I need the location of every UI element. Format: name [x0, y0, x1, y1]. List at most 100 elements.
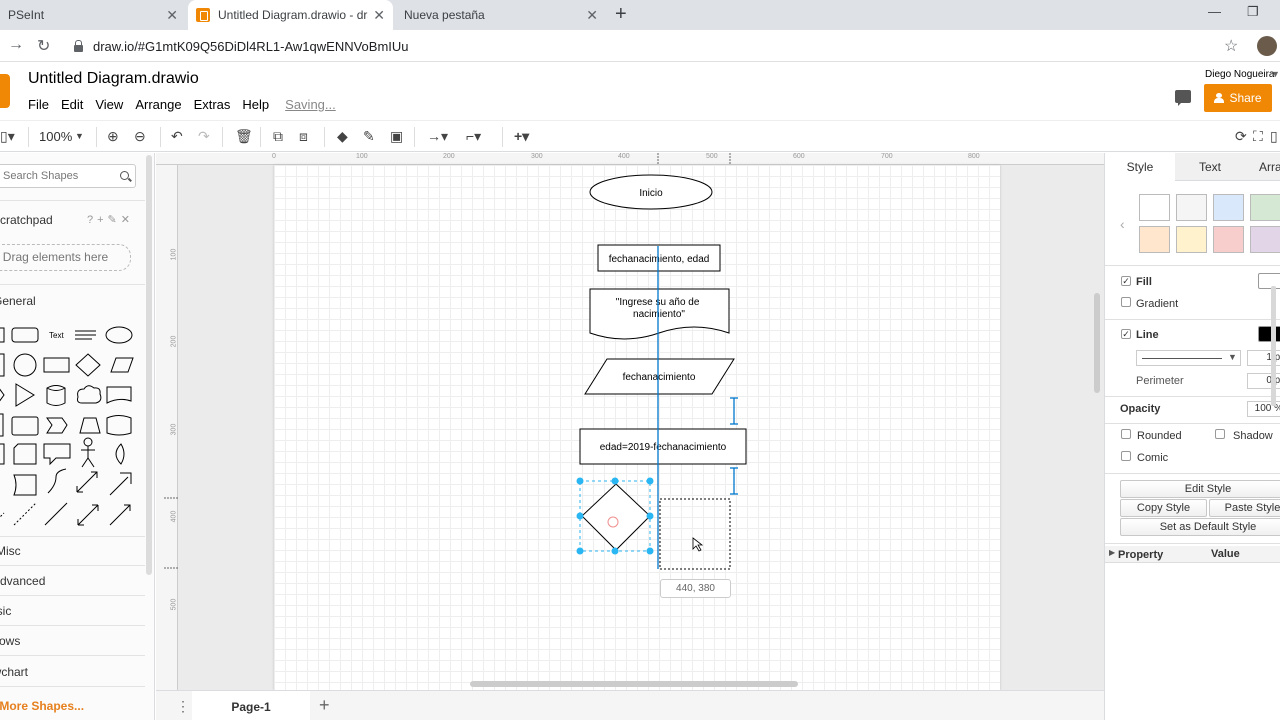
chevron-right-icon[interactable]: ▶ [1109, 548, 1115, 557]
general-shapes-palette[interactable]: Text [0, 317, 145, 529]
close-icon[interactable]: ✕ [373, 7, 385, 24]
new-tab-icon[interactable]: + [615, 3, 627, 26]
add-page-icon[interactable]: + [319, 695, 330, 716]
zoom-select[interactable]: 100% [39, 129, 72, 144]
chevron-left-icon[interactable]: ‹ [1120, 216, 1125, 232]
connection-icon[interactable]: →▾ [427, 128, 448, 145]
copy-style-button[interactable]: Copy Style [1120, 499, 1207, 517]
style-swatch[interactable] [1250, 226, 1280, 253]
menu-edit[interactable]: Edit [61, 97, 83, 112]
edit-style-button[interactable]: Edit Style [1120, 480, 1280, 498]
format-panel-scrollbar[interactable] [1271, 286, 1276, 406]
comic-checkbox[interactable] [1121, 451, 1131, 461]
fullscreen-icon[interactable]: ⛶ [1253, 128, 1263, 145]
forward-icon[interactable]: → [8, 36, 24, 54]
waypoints-icon[interactable]: ⌐▾ [466, 128, 481, 145]
gradient-checkbox[interactable] [1121, 297, 1131, 307]
style-swatch[interactable] [1213, 194, 1244, 221]
page-menu-icon[interactable]: ⋮ [176, 698, 190, 715]
chevron-down-icon[interactable]: ▼ [75, 131, 84, 141]
chevron-down-icon: ▼ [1228, 352, 1237, 362]
shadow-checkbox[interactable] [1215, 429, 1225, 439]
more-shapes-button[interactable]: + More Shapes... [0, 699, 84, 713]
close-icon[interactable]: ✕ [586, 7, 598, 24]
style-swatch[interactable] [1139, 194, 1170, 221]
style-swatch[interactable] [1250, 194, 1280, 221]
paste-style-button[interactable]: Paste Style [1209, 499, 1280, 517]
undo-icon[interactable]: ↶ [171, 128, 183, 145]
menu-file[interactable]: File [28, 97, 49, 112]
chevron-down-icon[interactable]: ▼ [1271, 69, 1280, 79]
sidebar-toggle-icon[interactable]: ▯▾ [0, 128, 15, 145]
rounded-checkbox[interactable] [1121, 429, 1131, 439]
menu-help[interactable]: Help [242, 97, 269, 112]
tab-arrange[interactable]: Arrange [1245, 153, 1280, 181]
section-general[interactable]: General [0, 294, 36, 308]
browser-tab-drawio[interactable]: Untitled Diagram.drawio - draw.io ✕ [188, 0, 393, 30]
restore-icon[interactable]: ❐ [1247, 4, 1259, 20]
browser-tab-new[interactable]: Nueva pestaña ✕ [396, 0, 606, 30]
bookmark-star-icon[interactable]: ☆ [1224, 36, 1238, 56]
diagram-layer[interactable]: Inicio fechanacimiento, edad "Ingrese su… [156, 153, 1104, 690]
style-swatch[interactable] [1213, 226, 1244, 253]
scratchpad-actions-icon[interactable]: ?+✎✕ [87, 213, 134, 226]
collapse-icon[interactable]: ▯ [1270, 128, 1278, 145]
style-swatch[interactable] [1176, 226, 1207, 253]
to-front-icon[interactable]: ⧉ [273, 128, 283, 145]
share-button[interactable]: Share [1204, 84, 1272, 112]
style-swatch[interactable] [1139, 226, 1170, 253]
sidebar-scrollbar[interactable] [146, 155, 152, 575]
tab-text[interactable]: Text [1175, 153, 1245, 181]
to-back-icon[interactable]: ⧈ [299, 128, 308, 145]
app-header: Untitled Diagram.drawio File Edit View A… [0, 62, 1280, 120]
fill-checkbox[interactable]: ✓ [1121, 276, 1131, 286]
comments-icon[interactable] [1175, 90, 1191, 106]
diagram-canvas[interactable]: 0 100 200 300 400 500 600 700 800 100 20… [156, 153, 1104, 690]
note-shape [0, 443, 5, 465]
section-scratchpad[interactable]: Scratchpad [0, 213, 53, 227]
line-checkbox[interactable]: ✓ [1121, 329, 1131, 339]
bidirectional-connector-shape [77, 504, 99, 526]
delete-icon[interactable]: 🗑 [235, 128, 253, 145]
section-advanced[interactable]: Advanced [0, 574, 45, 588]
gradient-label: Gradient [1136, 298, 1179, 310]
url-field[interactable]: draw.io/#G1mtK09Q56DiDl4RL1-Aw1qwENNVoBm… [62, 33, 1252, 59]
menu-extras[interactable]: Extras [194, 97, 231, 112]
minimize-icon[interactable]: — [1208, 4, 1221, 19]
menu-arrange[interactable]: Arrange [135, 97, 181, 112]
search-input[interactable]: Search Shapes [0, 164, 136, 188]
insert-icon[interactable]: +▾ [514, 128, 529, 145]
section-flowchart[interactable]: Flowchart [0, 665, 28, 679]
line-style-select[interactable]: ▼ [1136, 350, 1241, 366]
vertical-scrollbar[interactable] [1094, 293, 1100, 393]
save-status[interactable]: Saving... [285, 97, 336, 112]
reload-icon[interactable]: ↻ [37, 36, 50, 56]
tab-style[interactable]: Style [1105, 153, 1175, 182]
line-color-picker[interactable] [1258, 326, 1280, 342]
divider [0, 200, 145, 201]
document-title[interactable]: Untitled Diagram.drawio [28, 70, 199, 88]
set-default-style-button[interactable]: Set as Default Style [1120, 518, 1280, 536]
line-color-icon[interactable]: ✎ [363, 128, 375, 145]
style-swatch[interactable] [1176, 194, 1207, 221]
zoom-in-icon[interactable]: ⊕ [107, 128, 119, 145]
section-arrows[interactable]: Arrows [0, 634, 20, 648]
profile-avatar[interactable] [1257, 36, 1277, 56]
user-name[interactable]: Diego Nogueira [1205, 69, 1275, 80]
section-basic[interactable]: Basic [0, 604, 11, 618]
zoom-out-icon[interactable]: ⊖ [134, 128, 146, 145]
reset-view-icon[interactable]: ⟳ [1235, 128, 1247, 145]
section-misc[interactable]: Misc [0, 544, 21, 558]
shadow-icon[interactable]: ▣ [390, 128, 403, 145]
fill-color-picker[interactable] [1258, 273, 1280, 289]
fill-color-icon[interactable]: ◆ [337, 128, 348, 145]
search-icon[interactable] [120, 171, 129, 180]
page-tab[interactable]: Page-1 [192, 691, 310, 721]
redo-icon[interactable]: ↷ [198, 128, 210, 145]
browser-tab-pseint[interactable]: PSeInt ✕ [0, 0, 186, 30]
close-icon[interactable]: ✕ [166, 7, 178, 24]
horizontal-scrollbar[interactable] [470, 681, 798, 687]
scratchpad-drop-zone[interactable]: Drag elements here [0, 244, 131, 271]
menu-view[interactable]: View [95, 97, 123, 112]
decision-diamond[interactable] [581, 483, 651, 551]
